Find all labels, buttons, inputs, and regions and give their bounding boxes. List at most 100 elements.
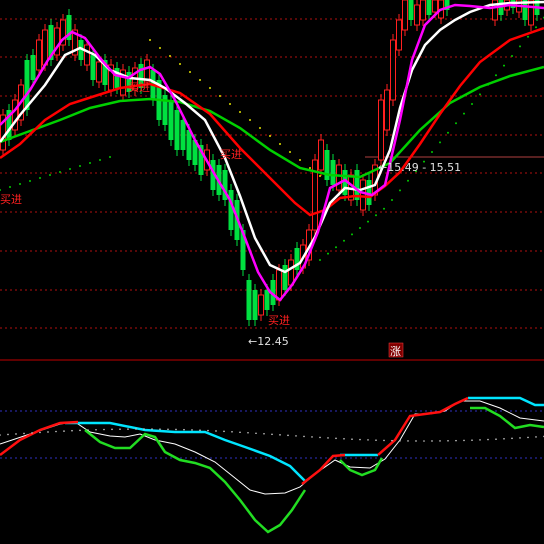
osc-dot bbox=[255, 432, 257, 435]
sar-dot bbox=[279, 143, 281, 145]
osc-dot bbox=[327, 437, 329, 439]
osc-dot bbox=[103, 428, 105, 431]
sar-dot bbox=[359, 227, 361, 229]
osc-dot bbox=[359, 438, 361, 441]
candle-body bbox=[336, 164, 342, 191]
candle-body bbox=[492, 0, 498, 21]
osc-dot bbox=[383, 439, 385, 442]
osc-dot bbox=[463, 439, 465, 442]
sar-dot bbox=[335, 246, 337, 249]
candle-body bbox=[426, 0, 432, 15]
osc-dot bbox=[535, 436, 537, 438]
candle-body bbox=[408, 0, 414, 20]
sar-dot bbox=[407, 179, 409, 182]
osc-dot bbox=[471, 439, 473, 441]
candle-body bbox=[390, 39, 396, 101]
osc-dot bbox=[151, 428, 153, 430]
candle-body bbox=[396, 19, 402, 51]
osc-dot bbox=[47, 431, 49, 433]
osc-dot bbox=[335, 437, 337, 440]
osc-dot bbox=[431, 440, 433, 442]
sar-dot bbox=[383, 207, 385, 210]
osc-dot bbox=[287, 434, 289, 437]
osc-dot bbox=[263, 432, 265, 435]
sar-dot bbox=[189, 71, 191, 73]
candle-body bbox=[318, 139, 324, 171]
candle-body bbox=[360, 179, 366, 211]
sar-dot bbox=[249, 119, 251, 121]
sar-dot bbox=[327, 252, 329, 255]
sar-dot bbox=[299, 159, 301, 161]
svg-text:涨: 涨 bbox=[390, 345, 401, 358]
osc-dot bbox=[199, 429, 201, 432]
osc-dot bbox=[79, 429, 81, 432]
sar-dot bbox=[9, 186, 11, 188]
candle-body bbox=[174, 110, 180, 150]
buy-label-4: 买进 bbox=[268, 314, 290, 327]
osc-dot bbox=[231, 430, 233, 433]
sar-dot bbox=[79, 165, 81, 167]
osc-dot bbox=[415, 440, 417, 442]
buy-label-2: 买进 bbox=[128, 81, 150, 94]
osc-dot bbox=[519, 437, 521, 439]
osc-dot bbox=[239, 431, 241, 434]
candle-body bbox=[420, 0, 426, 21]
range-price-label: ←15.49 - 15.51 bbox=[378, 161, 461, 174]
osc-dot bbox=[303, 435, 305, 438]
candle-body bbox=[84, 44, 90, 66]
sar-dot bbox=[109, 156, 111, 158]
osc-dot bbox=[31, 432, 33, 434]
candle-body bbox=[258, 294, 264, 316]
osc-dot bbox=[375, 439, 377, 441]
candle-body bbox=[252, 290, 258, 320]
candle-body bbox=[24, 60, 30, 110]
sar-dot bbox=[59, 171, 61, 173]
rise-badge: 涨 bbox=[388, 342, 404, 358]
candle-body bbox=[414, 4, 420, 26]
sar-dot bbox=[519, 45, 521, 48]
osc-dot bbox=[183, 428, 185, 431]
sar-dot bbox=[199, 79, 201, 81]
candle-body bbox=[180, 120, 186, 150]
sar-dot bbox=[399, 189, 401, 192]
sar-dot bbox=[169, 55, 171, 57]
candle-body bbox=[330, 160, 336, 185]
candle-body bbox=[168, 100, 174, 140]
candle-body bbox=[30, 55, 36, 80]
osc-dot bbox=[279, 434, 281, 436]
buy-label-1: 买进 bbox=[0, 193, 22, 206]
sar-dot bbox=[479, 93, 481, 96]
low-price-label: ←12.45 bbox=[248, 335, 289, 348]
sar-dot bbox=[367, 220, 369, 223]
osc-dot bbox=[55, 430, 57, 433]
sar-dot bbox=[29, 180, 31, 182]
sar-dot bbox=[391, 199, 393, 201]
osc-dot bbox=[111, 428, 113, 431]
sar-dot bbox=[269, 135, 271, 137]
sar-dot bbox=[319, 259, 321, 261]
osc-dot bbox=[343, 437, 345, 440]
osc-dot bbox=[167, 428, 169, 431]
sar-dot bbox=[179, 63, 181, 65]
osc-dot bbox=[527, 436, 529, 439]
sar-dot bbox=[289, 151, 291, 153]
osc-dot bbox=[7, 433, 9, 436]
sar-dot bbox=[259, 127, 261, 129]
osc-dot bbox=[71, 429, 73, 432]
osc-dot bbox=[271, 433, 273, 436]
osc-dot bbox=[63, 430, 65, 432]
osc-dot bbox=[135, 428, 137, 430]
osc-dot bbox=[207, 429, 209, 432]
osc-dot bbox=[215, 430, 217, 432]
osc-dot bbox=[191, 429, 193, 431]
candle-body bbox=[90, 55, 96, 80]
candle-body bbox=[378, 99, 384, 161]
sar-dot bbox=[49, 174, 51, 176]
stock-chart: 买进 买进 买进 买进 ←12.45 ←15.49 - 15.51 涨 bbox=[0, 0, 544, 544]
sar-dot bbox=[39, 177, 41, 179]
osc-dot bbox=[439, 440, 441, 442]
osc-dot bbox=[311, 436, 313, 438]
osc-dot bbox=[119, 428, 121, 430]
osc-dot bbox=[39, 431, 41, 434]
sar-dot bbox=[431, 151, 433, 153]
